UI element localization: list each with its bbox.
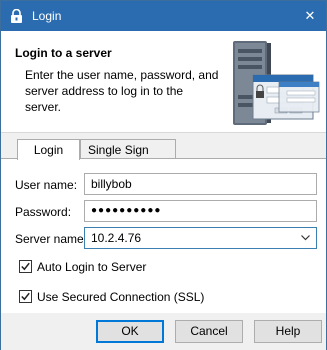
- header-description: Enter the user name, password, and serve…: [25, 68, 219, 114]
- tab-single-sign-on[interactable]: Single Sign On: [80, 139, 176, 171]
- close-button[interactable]: ✕: [298, 4, 322, 28]
- ssl-checkbox[interactable]: [19, 290, 32, 303]
- server-name-combobox[interactable]: 10.2.4.76: [84, 227, 317, 249]
- title-bar[interactable]: Login ✕: [1, 1, 326, 31]
- username-label: User name:: [15, 178, 78, 192]
- auto-login-checkbox[interactable]: [19, 260, 32, 273]
- chevron-down-icon[interactable]: [301, 233, 310, 242]
- ssl-label[interactable]: Use Secured Connection (SSL): [37, 290, 204, 304]
- window-title: Login: [32, 9, 62, 23]
- header-heading: Login to a server: [15, 46, 112, 60]
- password-label: Password:: [15, 205, 72, 219]
- server-name-label: Server name:: [15, 232, 88, 246]
- help-button[interactable]: Help: [254, 320, 322, 343]
- tab-login[interactable]: Login: [17, 139, 80, 160]
- auto-login-label[interactable]: Auto Login to Server: [37, 260, 146, 274]
- username-field[interactable]: billybob: [84, 173, 317, 195]
- lock-icon: [11, 9, 22, 23]
- login-dialog: Login ✕ Login to a server Enter the user…: [0, 0, 327, 350]
- cancel-button[interactable]: Cancel: [175, 320, 243, 343]
- checkmark-icon: [21, 262, 30, 271]
- ok-button[interactable]: OK: [96, 320, 164, 343]
- server-login-illustration-icon: [233, 41, 320, 125]
- login-panel: User name: billybob Password: ●●●●●●●●●●…: [1, 158, 326, 313]
- checkmark-icon: [21, 292, 30, 301]
- button-bar: OK Cancel Help: [1, 314, 326, 350]
- server-name-value: 10.2.4.76: [91, 231, 142, 245]
- header-banner: Login to a server Enter the user name, p…: [1, 31, 326, 133]
- password-field[interactable]: ●●●●●●●●●●: [84, 200, 317, 222]
